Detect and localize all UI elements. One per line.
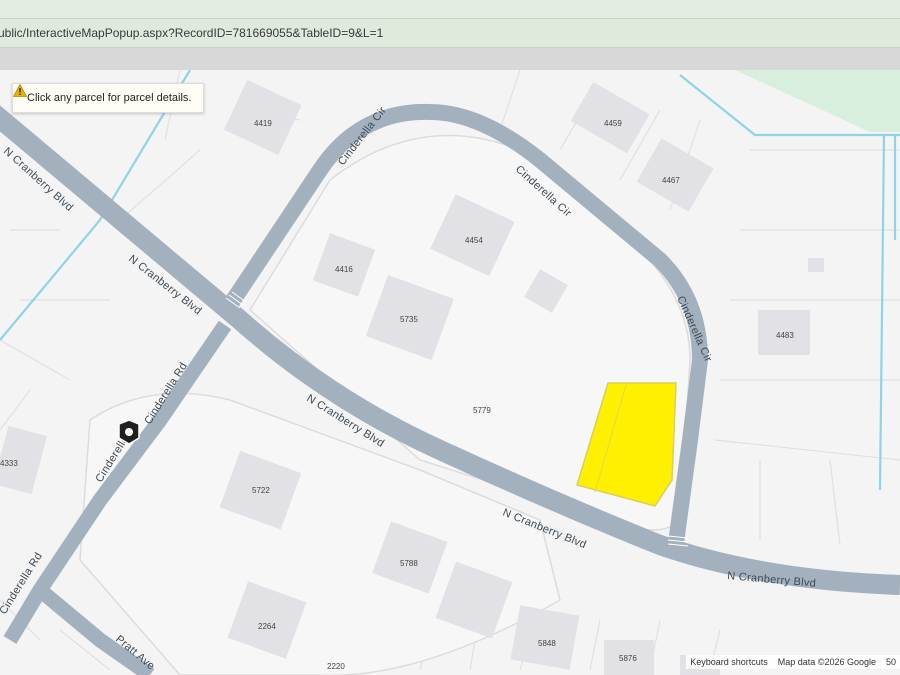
map-data-attribution: Map data ©2026 Google xyxy=(777,657,876,667)
address-5735: 5735 xyxy=(400,315,418,324)
address-5722: 5722 xyxy=(252,486,270,495)
address-4467: 4467 xyxy=(662,176,680,185)
address-4416: 4416 xyxy=(335,265,353,274)
address-2220: 2220 xyxy=(327,662,345,671)
address-5788: 5788 xyxy=(400,559,418,568)
parcel-info-tooltip: Click any parcel for parcel details. xyxy=(12,83,205,113)
address-4419: 4419 xyxy=(254,119,272,128)
browser-toolbar-strip xyxy=(0,48,900,70)
address-2264: 2264 xyxy=(258,622,276,631)
address-4454: 4454 xyxy=(465,236,483,245)
address-5779: 5779 xyxy=(473,406,491,415)
info-message: Click any parcel for parcel details. xyxy=(27,92,192,104)
address-4483: 4483 xyxy=(776,331,794,340)
address-bar[interactable]: ublic/InteractiveMapPopup.aspx?RecordID=… xyxy=(0,18,900,48)
warning-icon xyxy=(13,84,27,97)
address-5848: 5848 xyxy=(538,639,556,648)
park-area xyxy=(735,70,900,132)
address-4333: 4333 xyxy=(0,459,18,468)
scale-label[interactable]: 50 xyxy=(886,657,896,667)
keyboard-shortcuts-link[interactable]: Keyboard shortcuts xyxy=(690,657,768,667)
map-canvas[interactable]: N Cranberry Blvd N Cranberry Blvd N Cran… xyxy=(0,70,900,675)
interactive-map[interactable]: N Cranberry Blvd N Cranberry Blvd N Cran… xyxy=(0,70,900,675)
browser-top-frame xyxy=(0,0,900,18)
url-text[interactable]: ublic/InteractiveMapPopup.aspx?RecordID=… xyxy=(0,26,383,40)
address-5876: 5876 xyxy=(619,654,637,663)
map-attribution-bar: Keyboard shortcuts Map data ©2026 Google… xyxy=(686,655,900,669)
poi-marker-icon[interactable] xyxy=(118,419,140,445)
address-4459: 4459 xyxy=(604,119,622,128)
